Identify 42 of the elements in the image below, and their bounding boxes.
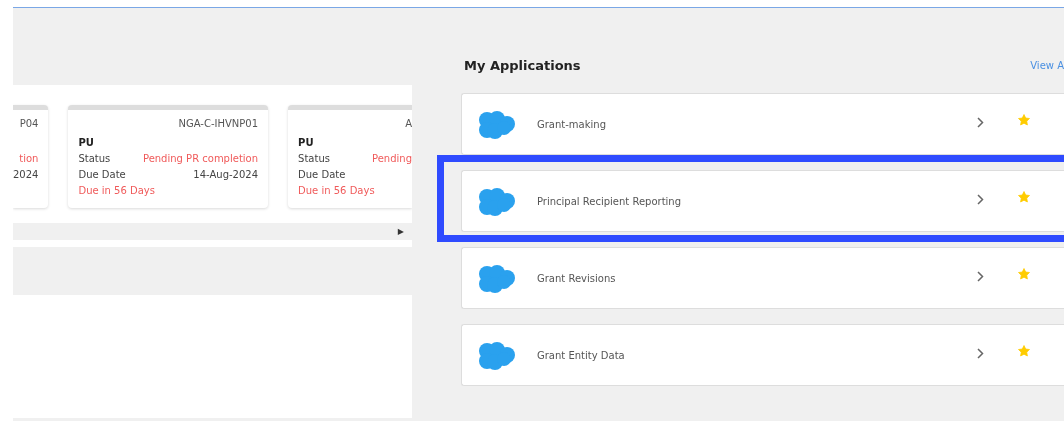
grant-id: NGA-C-IHVNP01: [177, 118, 259, 129]
application-item[interactable]: Principal Recipient Reporting: [461, 170, 1064, 232]
star-icon[interactable]: [1018, 191, 1030, 203]
due-in-text: Due in 56 Days: [78, 185, 156, 196]
status-label: Status: [298, 153, 330, 165]
grant-id: A: [404, 118, 412, 129]
chevron-right-icon[interactable]: [977, 194, 984, 205]
due-date-label: Due Date: [298, 169, 346, 181]
application-name: Grant-making: [537, 119, 607, 130]
status-value: tion: [19, 153, 39, 165]
status-value: Pending PR completion: [142, 153, 259, 165]
card-title: PU: [78, 137, 95, 149]
due-date-value: 14-Aug-2024: [193, 169, 259, 181]
star-icon[interactable]: [1018, 345, 1030, 357]
cloud-icon: [478, 187, 516, 217]
task-card[interactable]: P04 tion 2024: [13, 105, 49, 208]
scroll-right-arrow[interactable]: ▶: [397, 227, 404, 236]
card-title: PU: [298, 137, 315, 149]
grant-id: P04: [18, 118, 39, 129]
task-card[interactable]: A PU Status Pending Due Date Due in 56 Days: [288, 105, 412, 208]
cloud-icon: [478, 110, 516, 140]
due-date-value: 2024: [13, 169, 39, 181]
application-name: Grant Revisions: [537, 273, 617, 284]
application-name: Grant Entity Data: [537, 350, 626, 361]
application-item[interactable]: Grant-making: [461, 93, 1064, 155]
application-name: Principal Recipient Reporting: [537, 196, 683, 207]
task-card[interactable]: NGA-C-IHVNP01 PU Status Pending PR completion Due Date 14-Aug-2024 Due in 56 Days: [68, 105, 269, 208]
status-value: Pending: [372, 153, 412, 165]
status-label: Status: [78, 153, 111, 165]
star-icon[interactable]: [1018, 114, 1030, 126]
cloud-icon: [478, 264, 516, 294]
chevron-right-icon[interactable]: [977, 271, 984, 282]
chevron-right-icon[interactable]: [977, 348, 984, 359]
application-item[interactable]: Grant Revisions: [461, 247, 1064, 309]
application-item[interactable]: Grant Entity Data: [461, 324, 1064, 386]
star-icon[interactable]: [1018, 268, 1030, 280]
section-title: My Applications: [464, 57, 581, 73]
cloud-icon: [478, 341, 516, 371]
chevron-right-icon[interactable]: [977, 117, 984, 128]
horizontal-scrollbar[interactable]: ▶: [13, 223, 412, 240]
due-date-label: Due Date: [78, 169, 126, 181]
due-in-text: Due in 56 Days: [298, 185, 376, 196]
